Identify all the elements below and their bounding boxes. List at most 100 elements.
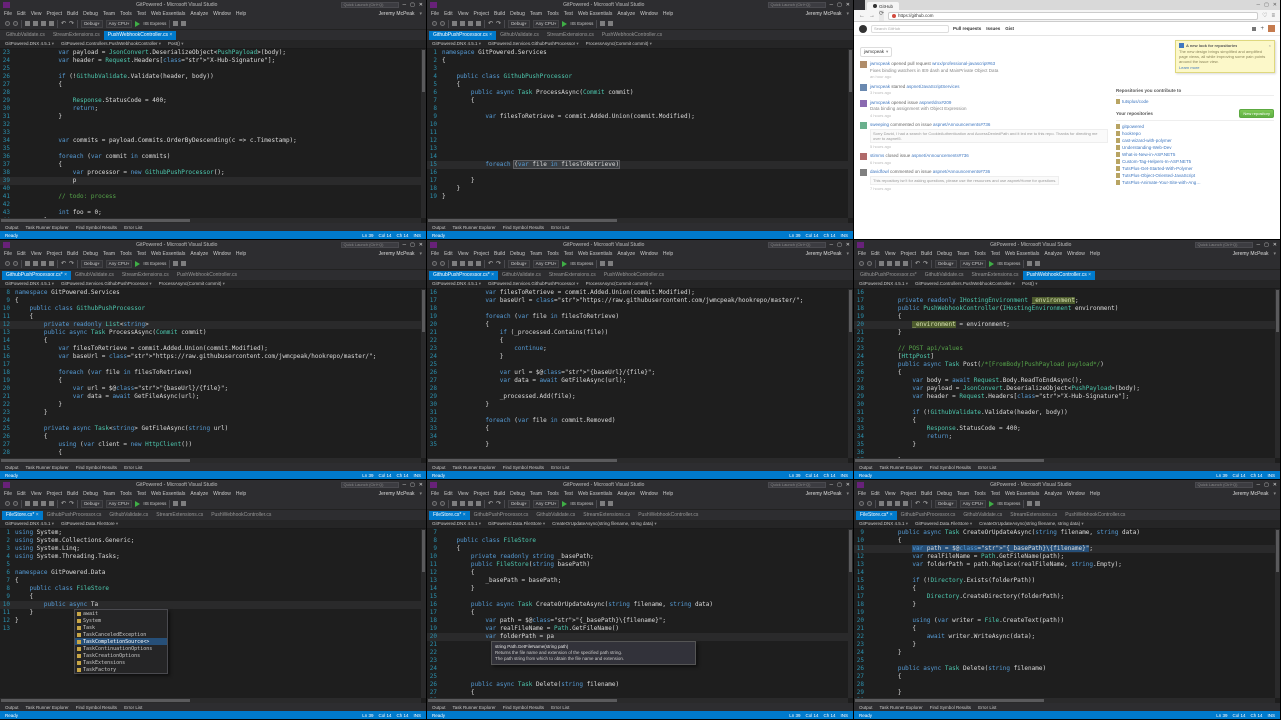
tab-githubpushprocessor-cs[interactable]: GithubPushProcessor.cs* × xyxy=(2,271,72,280)
scrollbar-thumb[interactable] xyxy=(1,219,191,222)
options-icon[interactable] xyxy=(181,501,187,506)
menu-project[interactable]: Project xyxy=(900,251,916,257)
menu-tools[interactable]: Tools xyxy=(547,491,559,497)
save-all-icon[interactable] xyxy=(49,261,54,266)
tab-filestore-cs[interactable]: FileStore.cs* × xyxy=(856,511,897,520)
completion-item[interactable]: TaskCanceledException xyxy=(75,631,167,638)
menu-analyze[interactable]: Analyze xyxy=(617,491,635,497)
menu-window[interactable]: Window xyxy=(213,11,231,17)
code-editor[interactable]: 1 using System; 2 using System.Collections.… xyxy=(0,529,426,703)
code-editor[interactable]: 1 namespace GitPowered.Services 2{3 4 publi… xyxy=(427,49,853,223)
url-bar[interactable]: https://github.com xyxy=(888,11,1259,20)
type-dropdown[interactable]: GitPowered.Services.GithubPushProcessor … xyxy=(61,281,152,287)
repo-item[interactable]: TutsPlus-Get-Started-With-Polymer xyxy=(1116,165,1274,172)
solution-platform-dropdown[interactable]: Any CPU ▾ xyxy=(532,259,560,268)
repo-link[interactable]: wrox/professional-javascript#63 xyxy=(932,61,995,66)
horizontal-scrollbar[interactable] xyxy=(854,698,1275,703)
menu-edit[interactable]: Edit xyxy=(871,491,880,497)
code-editor[interactable]: 16 var filesToRetrieve = commit.Added.Un… xyxy=(427,289,853,463)
menu-project[interactable]: Project xyxy=(473,251,489,257)
member-dropdown[interactable]: CreateOrUpdateAsync(string filename, str… xyxy=(979,521,1084,527)
menu-debug[interactable]: Debug xyxy=(83,251,98,257)
nav-forward-icon[interactable] xyxy=(867,261,872,266)
menu-build[interactable]: Build xyxy=(494,491,505,497)
menu-test[interactable]: Test xyxy=(137,11,146,17)
code-editor[interactable]: 23 var payload = JsonConvert.Deserialize… xyxy=(0,49,426,223)
project-dropdown[interactable]: GitPowered.DNX 4.5.1 ▾ xyxy=(5,41,54,47)
new-file-icon[interactable] xyxy=(879,501,884,506)
solution-platform-dropdown[interactable]: Any CPU ▾ xyxy=(105,19,133,28)
minimize-button[interactable]: ─ xyxy=(403,482,407,488)
save-all-icon[interactable] xyxy=(49,21,54,26)
comment-icon[interactable] xyxy=(173,21,179,26)
quick-launch-input[interactable]: Quick Launch (Ctrl+Q) xyxy=(340,241,399,248)
save-icon[interactable] xyxy=(468,261,473,266)
save-all-icon[interactable] xyxy=(903,501,908,506)
menu-test[interactable]: Test xyxy=(564,251,573,257)
tab-streamextensions-cs[interactable]: StreamExtensions.cs xyxy=(543,31,598,40)
user-avatar[interactable] xyxy=(1268,25,1275,32)
horizontal-scrollbar[interactable] xyxy=(854,458,1275,463)
new-file-icon[interactable] xyxy=(879,261,884,266)
maximize-button[interactable]: ▢ xyxy=(410,242,415,248)
code-editor[interactable]: 16 17 private readonly IHostingEnvironmen… xyxy=(854,289,1280,463)
type-dropdown[interactable]: GitPowered.Services.GithubPushProcessor … xyxy=(488,281,579,287)
menu-edit[interactable]: Edit xyxy=(444,251,453,257)
type-dropdown[interactable]: GitPowered.Data.FileStore ▾ xyxy=(488,521,545,527)
menu-team[interactable]: Team xyxy=(957,251,969,257)
repo-link[interactable]: aspnet/Announcements#736 xyxy=(933,122,990,127)
menu-web-essentials[interactable]: Web Essentials xyxy=(1005,251,1039,257)
menu-team[interactable]: Team xyxy=(530,491,542,497)
save-all-icon[interactable] xyxy=(49,501,54,506)
menu-project[interactable]: Project xyxy=(46,11,62,17)
comment-icon[interactable] xyxy=(600,21,606,26)
menu-test[interactable]: Test xyxy=(564,11,573,17)
menu-window[interactable]: Window xyxy=(213,491,231,497)
menu-file[interactable]: File xyxy=(431,491,439,497)
options-icon[interactable] xyxy=(1035,501,1041,506)
close-button[interactable]: ✕ xyxy=(1273,2,1277,8)
menu-project[interactable]: Project xyxy=(46,491,62,497)
menu-team[interactable]: Team xyxy=(530,251,542,257)
open-file-icon[interactable] xyxy=(887,261,892,266)
redo-icon[interactable]: ↷ xyxy=(69,20,74,27)
panel-tab-find-symbol-results[interactable]: Find Symbol Results xyxy=(76,465,117,470)
quick-launch-input[interactable]: Quick Launch (Ctrl+Q) xyxy=(1194,241,1253,248)
undo-icon[interactable]: ↶ xyxy=(488,500,493,507)
member-dropdown[interactable]: ProcessAsync(Commit commit) ▾ xyxy=(586,281,652,287)
panel-tab-error-list[interactable]: Error List xyxy=(124,465,142,470)
nav-issues[interactable]: Issues xyxy=(986,26,1000,31)
close-button[interactable]: ✕ xyxy=(846,2,850,8)
octocat-logo-icon[interactable] xyxy=(859,24,867,33)
maximize-button[interactable]: ▢ xyxy=(837,482,842,488)
panel-tab-task-runner-explorer[interactable]: Task Runner Explorer xyxy=(880,705,923,710)
menu-build[interactable]: Build xyxy=(67,491,78,497)
tab-pushwebhookcontroller-cs[interactable]: PushWebhookController.cs xyxy=(600,271,668,280)
nav-forward-icon[interactable] xyxy=(440,501,445,506)
menu-test[interactable]: Test xyxy=(137,491,146,497)
menu-web-essentials[interactable]: Web Essentials xyxy=(151,251,185,257)
menu-file[interactable]: File xyxy=(4,251,12,257)
menu-icon[interactable]: ≡ xyxy=(1271,13,1275,19)
maximize-button[interactable]: ▢ xyxy=(837,2,842,8)
tab-streamextensions-cs[interactable]: StreamExtensions.cs xyxy=(49,31,104,40)
repo-item[interactable]: What-is-New-in-ASP.NET5 xyxy=(1116,151,1274,158)
quick-launch-input[interactable]: Quick Launch (Ctrl+Q) xyxy=(767,241,826,248)
menu-web-essentials[interactable]: Web Essentials xyxy=(578,491,612,497)
nav-back-icon[interactable] xyxy=(5,21,10,26)
panel-tab-find-symbol-results[interactable]: Find Symbol Results xyxy=(930,705,971,710)
options-icon[interactable] xyxy=(608,501,614,506)
save-icon[interactable] xyxy=(41,21,46,26)
maximize-button[interactable]: ▢ xyxy=(1264,2,1269,8)
bell-icon[interactable] xyxy=(1252,26,1257,31)
menu-edit[interactable]: Edit xyxy=(17,11,26,17)
close-icon[interactable]: × xyxy=(168,32,172,38)
panel-tab-error-list[interactable]: Error List xyxy=(124,705,142,710)
start-debugging-icon[interactable] xyxy=(135,20,141,27)
menu-debug[interactable]: Debug xyxy=(510,491,525,497)
panel-tab-output[interactable]: Output xyxy=(432,705,446,710)
open-file-icon[interactable] xyxy=(33,501,38,506)
open-file-icon[interactable] xyxy=(33,21,38,26)
menu-analyze[interactable]: Analyze xyxy=(190,251,208,257)
menu-view[interactable]: View xyxy=(458,251,469,257)
